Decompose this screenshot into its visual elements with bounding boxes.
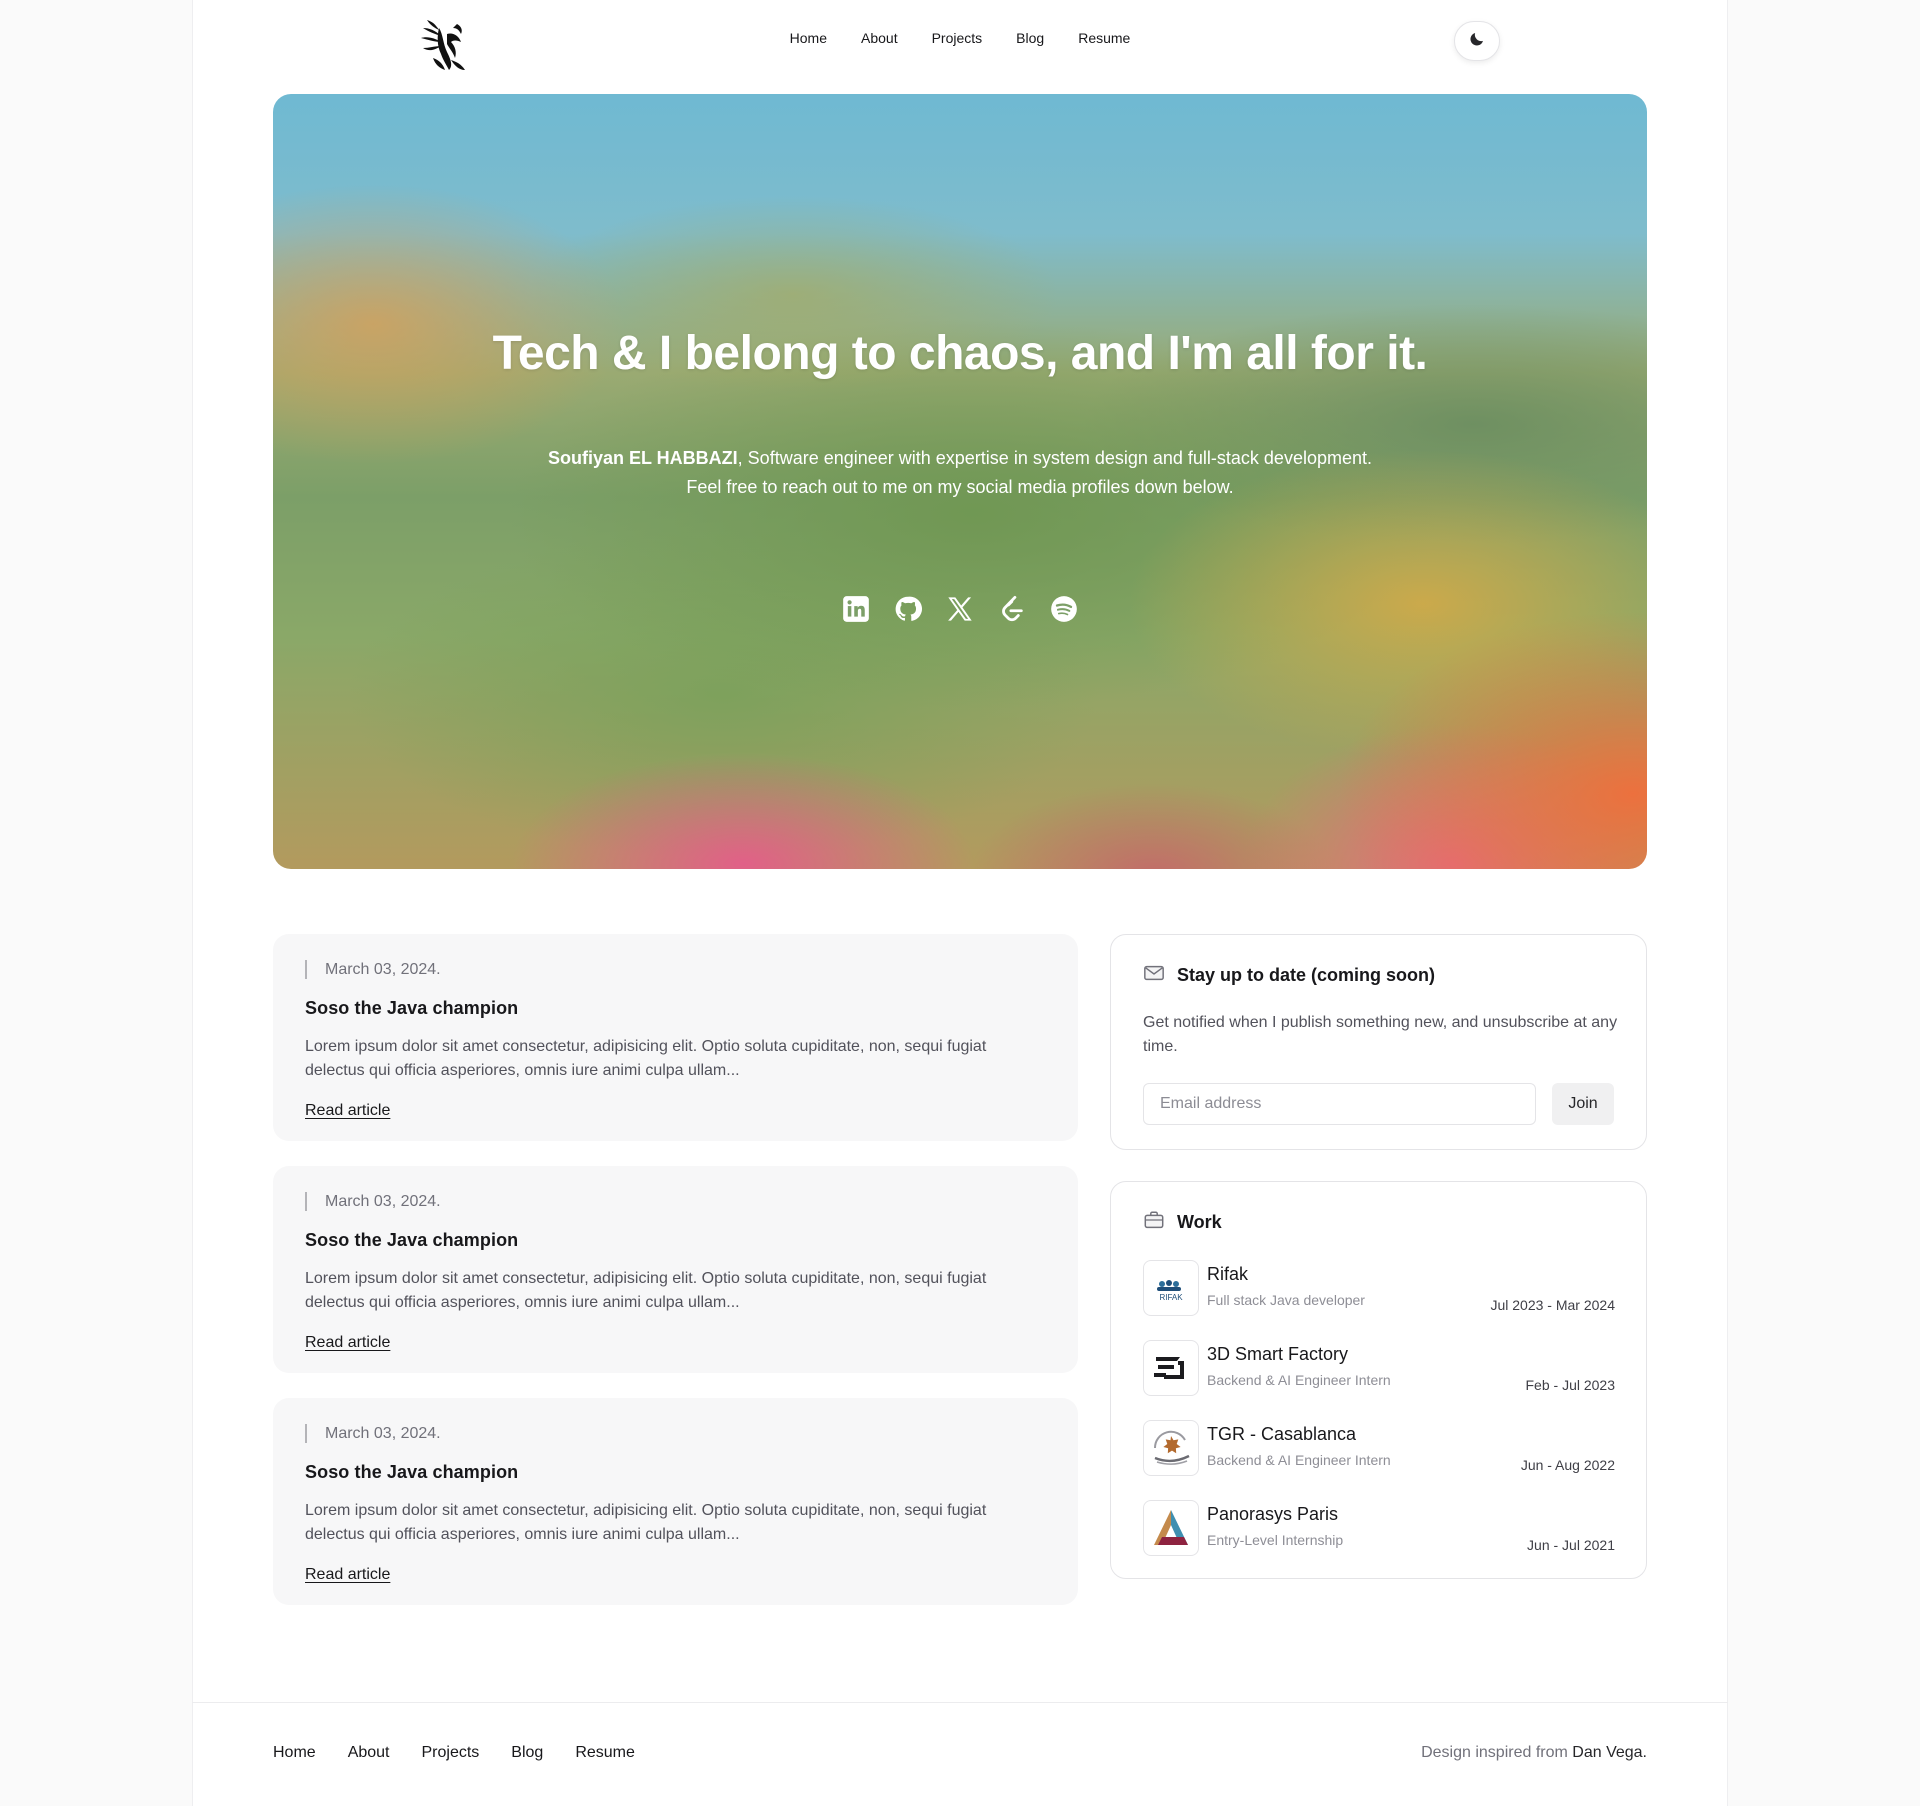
read-article-link[interactable]: Read article bbox=[305, 1566, 390, 1584]
job-role: Full stack Java developer bbox=[1207, 1292, 1365, 1308]
social-links bbox=[273, 594, 1647, 624]
article-title[interactable]: Soso the Java champion bbox=[305, 998, 518, 1019]
job-company: Rifak bbox=[1207, 1264, 1249, 1284]
theme-toggle-button[interactable] bbox=[1454, 21, 1500, 61]
nav-home[interactable]: Home bbox=[790, 30, 827, 46]
tgr-logo bbox=[1143, 1420, 1199, 1476]
newsletter-header: Stay up to date (coming soon) bbox=[1143, 962, 1435, 989]
article-title[interactable]: Soso the Java champion bbox=[305, 1462, 518, 1483]
footer-nav-blog[interactable]: Blog bbox=[511, 1744, 543, 1762]
job-item: RIFAK Rifak Full stack Java developer Ju… bbox=[1143, 1260, 1615, 1316]
footer-nav-projects[interactable]: Projects bbox=[422, 1744, 480, 1762]
nav-projects[interactable]: Projects bbox=[932, 30, 983, 46]
article-date: March 03, 2024. bbox=[305, 960, 441, 979]
job-role: Backend & AI Engineer Intern bbox=[1207, 1452, 1391, 1468]
job-item: Panorasys Paris Entry-Level Internship J… bbox=[1143, 1500, 1615, 1556]
join-button[interactable]: Join bbox=[1552, 1083, 1614, 1125]
job-role: Backend & AI Engineer Intern bbox=[1207, 1372, 1391, 1388]
hero-subtitle: Soufiyan EL HABBAZI, Software engineer w… bbox=[273, 444, 1647, 502]
article-excerpt: Lorem ipsum dolor sit amet consectetur, … bbox=[305, 1038, 987, 1079]
job-role: Entry-Level Internship bbox=[1207, 1532, 1344, 1548]
nav-blog[interactable]: Blog bbox=[1016, 30, 1044, 46]
article-excerpt: Lorem ipsum dolor sit amet consectetur, … bbox=[305, 1502, 987, 1543]
briefcase-icon bbox=[1143, 1209, 1165, 1236]
work-card: Work RIFAK Rifak Full stack Java develop… bbox=[1110, 1181, 1647, 1579]
work-header: Work bbox=[1143, 1209, 1222, 1236]
hero-line-2: Feel free to reach out to me on my socia… bbox=[686, 477, 1234, 497]
job-dates: Jul 2023 - Mar 2024 bbox=[1490, 1297, 1615, 1313]
spotify-icon[interactable] bbox=[1049, 594, 1079, 624]
newsletter-title: Stay up to date (coming soon) bbox=[1177, 965, 1436, 985]
read-article-link[interactable]: Read article bbox=[305, 1334, 390, 1352]
leetcode-icon[interactable] bbox=[997, 594, 1027, 624]
job-dates: Jun - Jul 2021 bbox=[1527, 1537, 1615, 1553]
footer-nav: Home About Projects Blog Resume bbox=[273, 1744, 635, 1762]
newsletter-description: Get notified when I publish something ne… bbox=[1143, 1014, 1618, 1055]
article-card[interactable]: March 03, 2024. Soso the Java champion L… bbox=[273, 1166, 1078, 1373]
article-excerpt: Lorem ipsum dolor sit amet consectetur, … bbox=[305, 1270, 987, 1311]
footer-divider bbox=[192, 1702, 1728, 1703]
job-company: TGR - Casablanca bbox=[1207, 1424, 1357, 1444]
article-card[interactable]: March 03, 2024. Soso the Java champion L… bbox=[273, 934, 1078, 1141]
footer-nav-resume[interactable]: Resume bbox=[575, 1744, 635, 1762]
work-title: Work bbox=[1177, 1212, 1222, 1232]
nav-resume[interactable]: Resume bbox=[1078, 30, 1130, 46]
rifak-logo: RIFAK bbox=[1143, 1260, 1199, 1316]
hero-title: Tech & I belong to chaos, and I'm all fo… bbox=[492, 327, 1428, 380]
email-input[interactable] bbox=[1143, 1083, 1536, 1125]
article-title[interactable]: Soso the Java champion bbox=[305, 1230, 518, 1251]
job-item: 3D Smart Factory Backend & AI Engineer I… bbox=[1143, 1340, 1615, 1396]
job-dates: Feb - Jul 2023 bbox=[1525, 1377, 1616, 1393]
job-company: Panorasys Paris bbox=[1207, 1504, 1339, 1524]
moon-icon bbox=[1468, 30, 1486, 53]
footer-nav-home[interactable]: Home bbox=[273, 1744, 316, 1762]
mail-icon bbox=[1143, 962, 1165, 989]
credit-prefix: Design inspired from bbox=[1421, 1744, 1573, 1761]
linkedin-icon[interactable] bbox=[841, 594, 871, 624]
x-icon[interactable] bbox=[945, 594, 975, 624]
hero-line-1: , Software engineer with expertise in sy… bbox=[737, 448, 1372, 468]
footer-nav-about[interactable]: About bbox=[348, 1744, 390, 1762]
author-name: Soufiyan EL HABBAZI bbox=[547, 448, 738, 468]
article-date: March 03, 2024. bbox=[305, 1192, 441, 1211]
footer-credit: Design inspired from Dan Vega. bbox=[1421, 1744, 1647, 1762]
article-date: March 03, 2024. bbox=[305, 1424, 441, 1443]
main-nav: Home About Projects Blog Resume bbox=[0, 30, 1920, 46]
nav-about[interactable]: About bbox=[861, 30, 898, 46]
rifak-logo-text: RIFAK bbox=[1159, 1293, 1183, 1302]
3d-smart-factory-logo bbox=[1143, 1340, 1199, 1396]
job-dates: Jun - Aug 2022 bbox=[1520, 1457, 1615, 1473]
github-icon[interactable] bbox=[893, 594, 923, 624]
hero-banner: Tech & I belong to chaos, and I'm all fo… bbox=[273, 94, 1647, 869]
credit-link[interactable]: Dan Vega. bbox=[1572, 1744, 1647, 1761]
newsletter-card: Stay up to date (coming soon) Get notifi… bbox=[1110, 934, 1647, 1150]
read-article-link[interactable]: Read article bbox=[305, 1102, 390, 1120]
article-card[interactable]: March 03, 2024. Soso the Java champion L… bbox=[273, 1398, 1078, 1605]
job-company: 3D Smart Factory bbox=[1207, 1344, 1349, 1364]
job-item: TGR - Casablanca Backend & AI Engineer I… bbox=[1143, 1420, 1615, 1476]
panorasys-logo bbox=[1143, 1500, 1199, 1556]
